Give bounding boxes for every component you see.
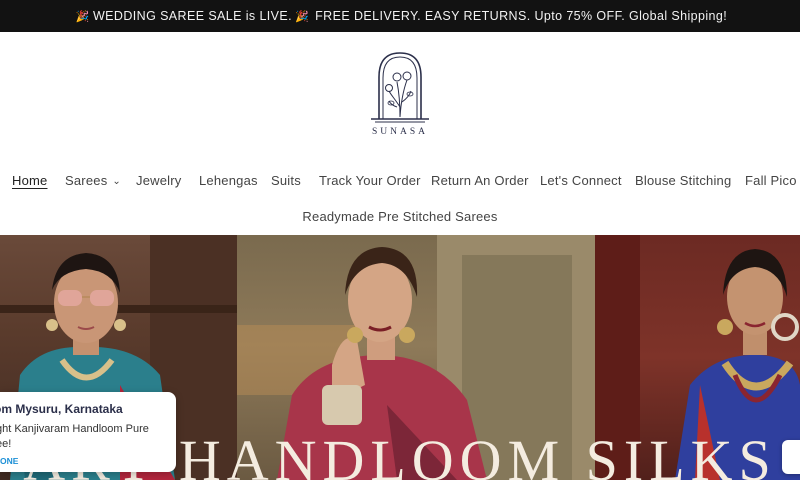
- notification-product-line-1: ght Kanjivaram Handloom Pure: [0, 423, 149, 435]
- notification-product: ght Kanjivaram Handloom Pure ee!: [0, 422, 168, 452]
- announcement-bar: 🎉 WEDDING SAREE SALE is LIVE. 🎉 FREE DEL…: [0, 0, 800, 32]
- nav-item-suits[interactable]: Suits: [271, 173, 301, 188]
- nav-item-return-order[interactable]: Return An Order: [431, 173, 529, 188]
- notification-location: om Mysuru, Karnataka: [0, 402, 123, 416]
- notification-product-line-2: ee!: [0, 438, 12, 450]
- chevron-down-icon: ⌄: [112, 176, 121, 187]
- brand-logo[interactable]: SUNASA: [0, 32, 800, 152]
- nav-item-jewelry[interactable]: Jewelry: [136, 173, 181, 188]
- notification-status: ONE: [0, 456, 19, 466]
- party-popper-icon: 🎉: [75, 10, 90, 23]
- nav-item-readymade-sarees[interactable]: Readymade Pre Stitched Sarees: [302, 209, 497, 224]
- party-popper-icon: 🎉: [295, 10, 310, 23]
- main-nav: Home Sarees ⌄ Jewelry Lehengas Suits Trac…: [0, 168, 800, 192]
- side-widget-button[interactable]: [782, 440, 800, 474]
- brand-name: SUNASA: [371, 127, 428, 137]
- nav-item-label: Sarees: [65, 173, 108, 188]
- announcement-text-1: WEDDING SAREE SALE is LIVE.: [92, 9, 293, 23]
- nav-item-lehengas[interactable]: Lehengas: [199, 173, 258, 188]
- purchase-notification-popup[interactable]: om Mysuru, Karnataka ght Kanjivaram Hand…: [0, 392, 176, 472]
- nav-item-blouse-stitching[interactable]: Blouse Stitching: [635, 173, 731, 188]
- nav-item-lets-connect[interactable]: Let's Connect: [540, 173, 622, 188]
- nav-item-sarees[interactable]: Sarees ⌄: [65, 173, 121, 188]
- secondary-nav: Readymade Pre Stitched Sarees: [0, 206, 800, 226]
- logo-arch-flower-icon: [371, 52, 429, 123]
- nav-item-track-order[interactable]: Track Your Order: [319, 173, 421, 188]
- announcement-text-2: FREE DELIVERY. EASY RETURNS. Upto 75% OF…: [315, 9, 728, 23]
- nav-item-home[interactable]: Home: [12, 173, 47, 188]
- nav-item-fall-pico[interactable]: Fall Pico: [745, 173, 797, 188]
